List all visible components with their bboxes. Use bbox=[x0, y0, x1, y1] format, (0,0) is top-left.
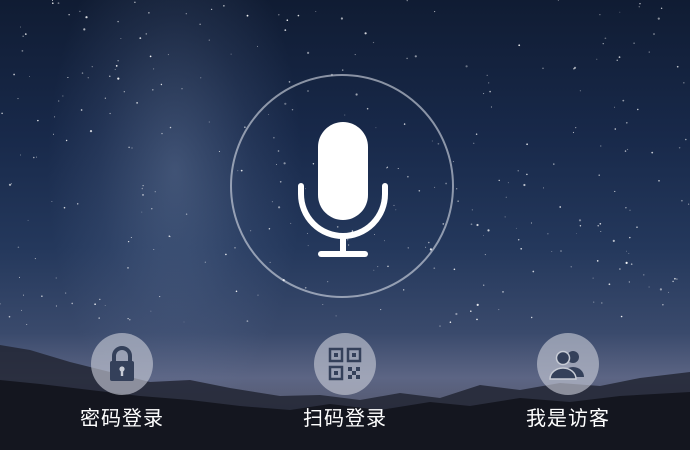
qr-login-option[interactable]: 扫码登录 bbox=[280, 333, 410, 438]
microphone-icon bbox=[298, 122, 388, 257]
qr-login-icon-circle[interactable] bbox=[314, 333, 376, 395]
guest-login-option[interactable]: 我是访客 bbox=[503, 333, 633, 438]
lock-icon bbox=[110, 346, 134, 381]
password-login-option[interactable]: 密码登录 bbox=[57, 333, 187, 438]
guest-login-label: 我是访客 bbox=[526, 406, 610, 430]
qr-login-label: 扫码登录 bbox=[303, 406, 387, 430]
guest-login-icon-circle[interactable] bbox=[537, 333, 599, 395]
password-login-icon-circle[interactable] bbox=[91, 333, 153, 395]
login-screen: 密码登录 扫码登录 我是访客 bbox=[0, 0, 690, 450]
password-login-label: 密码登录 bbox=[80, 406, 164, 430]
voice-login-button[interactable] bbox=[230, 74, 454, 298]
qr-code-icon bbox=[328, 347, 362, 381]
users-icon bbox=[549, 350, 584, 380]
